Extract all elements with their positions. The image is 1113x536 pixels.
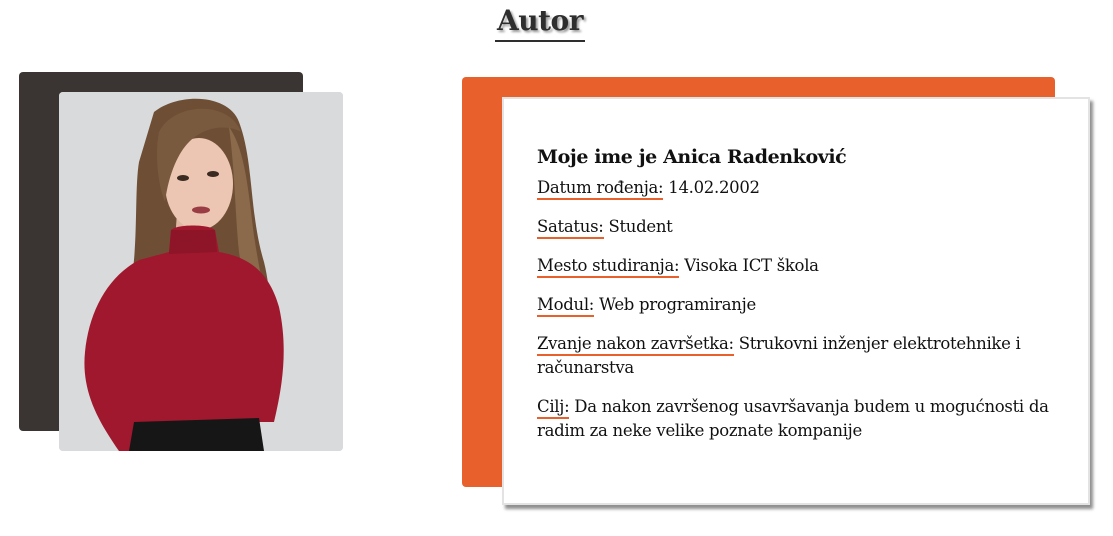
field-module: Modul: Web programiranje xyxy=(537,293,1057,317)
author-name-heading: Moje ime je Anica Radenković xyxy=(537,146,847,168)
field-label: Cilj: xyxy=(537,397,570,419)
field-value: 14.02.2002 xyxy=(663,178,760,197)
page-title-wrap: Autor xyxy=(0,2,1080,42)
author-info-card: Moje ime je Anica Radenković Datum rođen… xyxy=(502,97,1090,505)
author-photo xyxy=(59,92,343,451)
author-portrait-image xyxy=(59,92,343,451)
field-birthdate: Datum rođenja: 14.02.2002 xyxy=(537,176,1057,200)
field-value: Student xyxy=(603,217,673,236)
field-label: Datum rođenja: xyxy=(537,178,664,200)
field-label: Zvanje nakon završetka: xyxy=(537,334,734,356)
field-label: Mesto studiranja: xyxy=(537,256,680,278)
field-goal: Cilj: Da nakon završenog usavršavanja bu… xyxy=(537,395,1057,443)
field-degree: Zvanje nakon završetka: Strukovni inženj… xyxy=(537,332,1057,380)
field-label: Satatus: xyxy=(537,217,604,239)
field-label: Modul: xyxy=(537,295,594,317)
field-value: Web programiranje xyxy=(594,295,756,314)
field-value: Da nakon završenog usavršavanja budem u … xyxy=(537,397,1049,440)
field-study-place: Mesto studiranja: Visoka ICT škola xyxy=(537,254,1057,278)
field-status: Satatus: Student xyxy=(537,215,1057,239)
page-title: Autor xyxy=(495,2,585,42)
author-info-content: Moje ime je Anica Radenković Datum rođen… xyxy=(537,144,1057,458)
field-value: Visoka ICT škola xyxy=(679,256,819,275)
